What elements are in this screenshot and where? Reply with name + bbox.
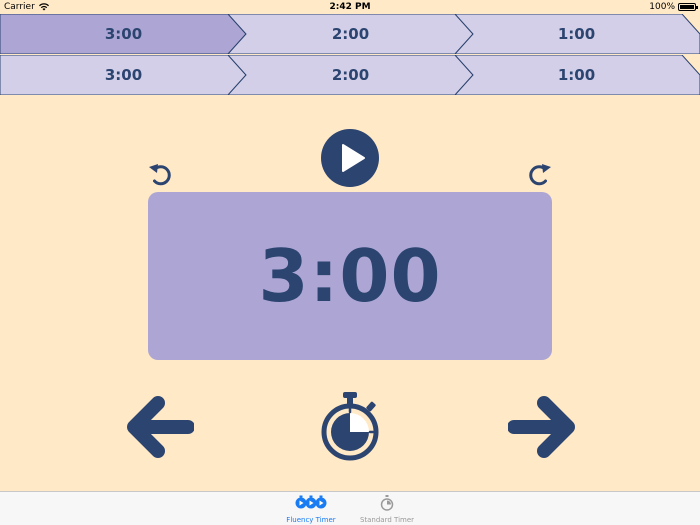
segment-button-3[interactable]: 1:00: [463, 14, 690, 54]
arrow-left-icon: [127, 396, 195, 458]
play-button[interactable]: [320, 128, 380, 188]
status-bar: Carrier 2:42 PM 100%: [0, 0, 700, 14]
previous-button[interactable]: [124, 392, 195, 462]
segment-button-1[interactable]: 3:00: [10, 55, 237, 95]
tab-fluency-timer[interactable]: Fluency Timer: [276, 494, 346, 524]
undo-icon: [149, 164, 171, 186]
redo-icon: [529, 164, 551, 186]
segment-button-3[interactable]: 1:00: [463, 55, 690, 95]
tab-label: Fluency Timer: [286, 516, 336, 524]
status-time: 2:42 PM: [329, 2, 371, 12]
tab-standard-timer[interactable]: Standard Timer: [352, 494, 422, 524]
battery-info: 100%: [649, 2, 698, 12]
undo-button[interactable]: [146, 160, 176, 190]
timer-value: 3:00: [258, 234, 442, 318]
timer-display: 3:00: [148, 192, 552, 360]
stopwatch-icon: [321, 392, 379, 461]
timer-sequence-row-1: 3:00 2:00 1:00: [0, 14, 700, 54]
arrow-right-icon: [507, 396, 575, 458]
timer-sequence-row-2: 3:00 2:00 1:00: [0, 55, 700, 95]
tab-label: Standard Timer: [359, 516, 415, 524]
battery-percent: 100%: [649, 2, 675, 12]
stopwatch-button[interactable]: [318, 390, 382, 464]
next-button[interactable]: [507, 392, 578, 462]
segment-button-2[interactable]: 2:00: [237, 14, 464, 54]
standard-timer-icon: [380, 495, 394, 511]
segment-button-2[interactable]: 2:00: [237, 55, 464, 95]
fluency-timer-icon: [295, 495, 327, 509]
tab-bar: Fluency Timer Standard Timer: [0, 491, 700, 525]
battery-icon: [678, 3, 698, 11]
redo-button[interactable]: [524, 160, 554, 190]
play-icon: [321, 129, 379, 187]
segment-button-1[interactable]: 3:00: [10, 14, 237, 54]
